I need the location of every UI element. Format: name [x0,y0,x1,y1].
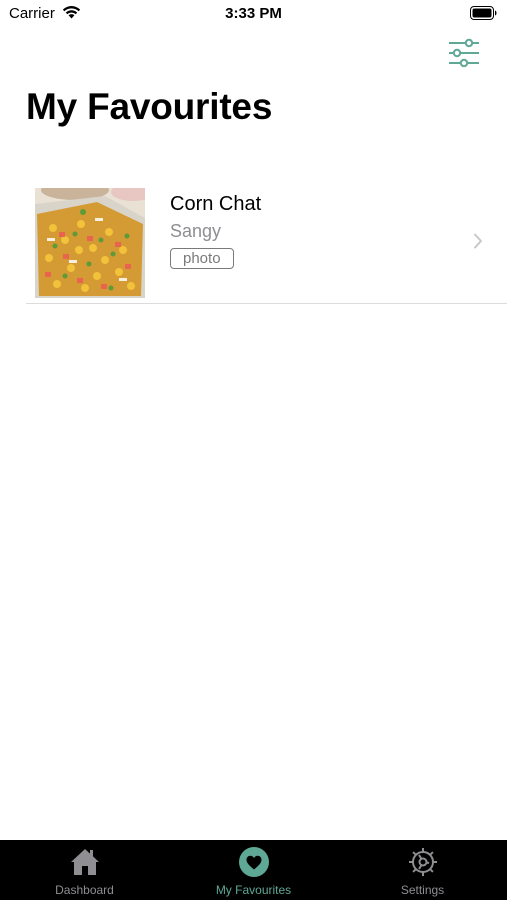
recipe-author: Sangy [170,221,222,241]
app-screen: Carrier 3:33 PM My Favourites Corn Chat … [0,0,507,900]
sliders-icon [449,38,479,68]
tab-dashboard[interactable]: Dashboard [0,840,169,900]
heart-icon [238,847,269,877]
tab-my-favourites[interactable]: My Favourites [169,840,338,900]
page-title: My Favourites [26,86,273,127]
tab-settings-label: Settings [400,883,445,897]
favourites-list: Corn Chat Sangy photo [0,177,507,304]
filter-button[interactable] [447,38,481,68]
status-bar: Carrier 3:33 PM [0,0,507,30]
list-item[interactable]: Corn Chat Sangy photo [0,177,507,304]
tab-dashboard-label: Dashboard [55,883,114,897]
status-time: 3:33 PM [225,5,282,22]
tab-bar: Dashboard My Favourites Settings [0,840,507,900]
gear-icon [408,848,437,876]
tab-my-favourites-label: My Favourites [215,883,292,897]
battery-icon [470,6,497,20]
tab-settings[interactable]: Settings [338,840,507,900]
house-icon [70,849,99,875]
row-separator [26,303,507,304]
chevron-right-icon [474,233,482,249]
recipe-thumbnail [35,188,145,298]
recipe-title: Corn Chat [170,193,262,215]
recipe-tag: photo [170,248,234,269]
